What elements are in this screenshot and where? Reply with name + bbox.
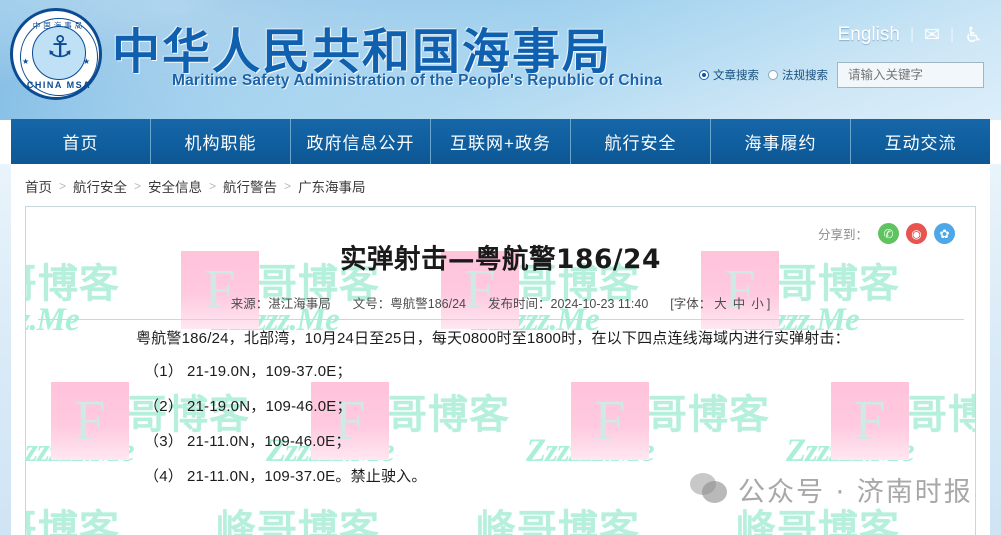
wechat-account-label: 公众号 · 济南时报: [738, 477, 973, 508]
breadcrumb-sep-1: >: [59, 179, 67, 193]
meta-time: 发布时间：2024-10-23 11:40: [488, 293, 648, 312]
radio-regulation-icon[interactable]: [768, 70, 778, 80]
breadcrumb-sep-4: >: [284, 179, 292, 193]
breadcrumb-item-guangdong-msa[interactable]: 广东海事局: [298, 176, 366, 196]
font-close: ]: [766, 297, 771, 311]
coordinate-item-3: （3） 21-11.0N，109-46.0E；: [26, 434, 975, 449]
site-title-en: Maritime Safety Administration of the Pe…: [172, 72, 663, 89]
meta-divider: [38, 319, 964, 320]
radio-article-icon[interactable]: [699, 70, 709, 80]
breadcrumb-item-safety-info[interactable]: 安全信息: [148, 176, 202, 196]
breadcrumb-sep-2: >: [134, 179, 142, 193]
radio-option-article[interactable]: 文章搜索: [699, 67, 759, 83]
search-input[interactable]: [848, 68, 983, 82]
page-root: 中国海事局 ★ ★ ⚓ CHINA MSA 中华人民共和国海事局 Maritim…: [0, 0, 1001, 535]
nav-item-gov-info[interactable]: 政府信息公开: [291, 119, 431, 164]
font-size-large[interactable]: 大: [714, 297, 727, 311]
share-label: 分享到：: [817, 228, 868, 242]
search-box[interactable]: [837, 62, 984, 88]
meta-source: 来源：湛江海事局: [231, 293, 331, 312]
breadcrumb-item-nav-warning[interactable]: 航行警告: [223, 176, 277, 196]
font-size-medium[interactable]: 中: [733, 297, 746, 311]
article-meta: 来源：湛江海事局 文号：粤航警186/24 发布时间：2024-10-23 11…: [26, 293, 975, 312]
meta-source-label: 来源：: [230, 297, 269, 311]
msa-seal-icon: 中国海事局 ★ ★ ⚓ CHINA MSA: [10, 8, 102, 100]
wechat-account-watermark: 公众号 · 济南时报: [690, 470, 973, 509]
meta-time-value: 2024-10-23 11:40: [550, 297, 649, 311]
coordinate-text: 21-19.0N，109-46.0E；: [186, 398, 352, 415]
meta-docno-label: 文号：: [352, 297, 391, 311]
divider-1: |: [909, 26, 915, 43]
breadcrumb: 首页 > 航行安全 > 安全信息 > 航行警告 > 广东海事局: [25, 176, 366, 196]
article-paragraph: 粤航警186/24，北部湾，10月24日至25日，每天0800时至1800时，在…: [136, 330, 850, 347]
coordinate-text: 21-11.0N，109-46.0E；: [186, 433, 351, 450]
meta-docno: 文号：粤航警186/24: [353, 293, 466, 312]
nav-item-nav-safety[interactable]: 航行安全: [571, 119, 711, 164]
anchor-icon: ⚓: [46, 31, 74, 64]
share-wechat-icon[interactable]: ✆: [878, 223, 899, 244]
breadcrumb-item-home[interactable]: 首页: [25, 176, 52, 196]
coordinate-item-1: （1） 21-19.0N，109-37.0E；: [26, 364, 975, 379]
coordinate-text: 21-11.0N，109-37.0E。禁止驶入。: [186, 468, 427, 485]
nav-item-functions[interactable]: 机构职能: [151, 119, 291, 164]
nav-item-interaction[interactable]: 互动交流: [851, 119, 990, 164]
font-size-small[interactable]: 小: [751, 297, 764, 311]
meta-docno-value: 粤航警186/24: [390, 297, 466, 311]
share-weibo-icon[interactable]: ◉: [906, 223, 927, 244]
meta-source-value: 湛江海事局: [268, 297, 331, 311]
font-label: [字体：: [670, 297, 712, 311]
main-nav: 首页 机构职能 政府信息公开 互联网+政务 航行安全 海事履约 互动交流: [11, 119, 990, 164]
coordinate-text: 21-19.0N，109-37.0E；: [186, 363, 352, 380]
breadcrumb-sep-3: >: [209, 179, 217, 193]
header-search-row: 文章搜索 法规搜索: [699, 62, 984, 88]
coordinate-number: （3）: [144, 433, 183, 450]
breadcrumb-item-nav-safety[interactable]: 航行安全: [73, 176, 127, 196]
nav-item-internet-gov[interactable]: 互联网+政务: [431, 119, 571, 164]
site-header: 中国海事局 ★ ★ ⚓ CHINA MSA 中华人民共和国海事局 Maritim…: [0, 0, 1001, 120]
mail-icon[interactable]: ✉: [924, 26, 940, 45]
nav-item-home[interactable]: 首页: [11, 119, 151, 164]
coordinate-number: （2）: [144, 398, 183, 415]
coordinate-item-2: （2） 21-19.0N，109-46.0E；: [26, 399, 975, 414]
divider-2: |: [950, 26, 955, 43]
radio-option-regulation[interactable]: 法规搜索: [768, 67, 828, 83]
coordinate-number: （4）: [144, 468, 183, 485]
share-bar: 分享到： ✆ ◉ ✿: [818, 223, 955, 244]
site-logo[interactable]: 中国海事局 ★ ★ ⚓ CHINA MSA: [10, 8, 106, 104]
seal-arc-bottom-text: CHINA MSA: [26, 80, 92, 90]
meta-time-label: 发布时间：: [487, 297, 551, 311]
seal-star-left-icon: ★: [22, 57, 30, 66]
radio-regulation-label: 法规搜索: [782, 70, 828, 82]
header-top-links: English | ✉ | ♿: [838, 24, 983, 46]
accessibility-icon[interactable]: ♿: [964, 25, 983, 46]
english-link[interactable]: English: [838, 24, 900, 46]
nav-item-conventions[interactable]: 海事履约: [711, 119, 851, 164]
font-size-controls: [字体：大中小]: [670, 293, 770, 312]
share-qzone-icon[interactable]: ✿: [934, 223, 955, 244]
coordinate-number: （1）: [144, 363, 183, 380]
wechat-bubble-icon: [690, 472, 730, 507]
seal-disc: ⚓: [32, 26, 86, 80]
radio-article-label: 文章搜索: [713, 70, 759, 82]
